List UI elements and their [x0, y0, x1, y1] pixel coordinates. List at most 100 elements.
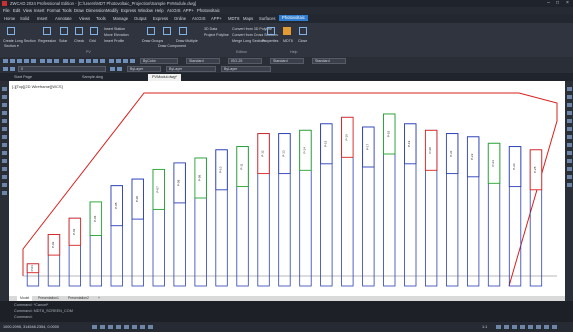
- close-ribbon-button[interactable]: [296, 27, 310, 39]
- save-icon[interactable]: [17, 59, 22, 63]
- doc-tab-start[interactable]: Start Page: [10, 74, 36, 81]
- pv-table-label[interactable]: P-06: [135, 196, 139, 203]
- preview-icon[interactable]: [31, 59, 36, 63]
- snap-toggle-icon[interactable]: [100, 325, 105, 329]
- annotation-visibility-icon[interactable]: [496, 325, 501, 329]
- maximize-button[interactable]: □: [553, 0, 562, 7]
- doc-tab-pvmodul[interactable]: PVModul.dwg*: [148, 74, 181, 81]
- tab-manage[interactable]: Manage: [113, 16, 128, 21]
- regression-button[interactable]: [40, 27, 54, 39]
- circle-tool-icon[interactable]: [2, 103, 7, 107]
- tab-annotate[interactable]: Annotate: [55, 16, 72, 21]
- spline-tool-icon[interactable]: [2, 167, 7, 171]
- design-center-icon[interactable]: [116, 59, 121, 63]
- pv-table-label[interactable]: P-12: [261, 150, 265, 157]
- pv-table-label[interactable]: P-11: [240, 163, 244, 169]
- pv-table-label[interactable]: P-25: [533, 166, 537, 173]
- offset-tool-icon[interactable]: [567, 111, 572, 115]
- cut-icon[interactable]: [40, 59, 45, 63]
- array-tool-icon[interactable]: [567, 119, 572, 123]
- layer-combo[interactable]: 0: [18, 66, 106, 72]
- project-polyline-button[interactable]: Project Polyline: [204, 33, 229, 37]
- properties-toolbar-icon[interactable]: [109, 59, 114, 63]
- menu-edit[interactable]: Edit: [13, 8, 20, 13]
- draw-groups-button[interactable]: [144, 27, 158, 39]
- explode-tool-icon[interactable]: [567, 183, 572, 187]
- menu-window[interactable]: Window: [138, 8, 153, 13]
- drawing-canvas[interactable]: P-01 P-02 P-03 P-04 P-05 P-06 P-07 P-08 P-09 P-10…: [9, 81, 565, 296]
- pv-table-label[interactable]: P-18: [386, 131, 390, 138]
- menu-view[interactable]: View: [23, 8, 32, 13]
- plot-style-combo[interactable]: ByColor: [140, 58, 178, 64]
- tab-surfaces[interactable]: Surfaces: [259, 16, 276, 21]
- dim-style-combo[interactable]: ISO-25: [228, 58, 262, 64]
- ellipse-tool-icon[interactable]: [2, 175, 7, 179]
- tab-mdt8[interactable]: MDT8: [228, 16, 239, 21]
- annotation-scale[interactable]: 1:1: [482, 325, 487, 329]
- menu-format[interactable]: Format: [47, 8, 60, 13]
- calculator-icon[interactable]: [130, 59, 135, 63]
- tab-express[interactable]: Express: [153, 16, 168, 21]
- pv-table-label[interactable]: P-03: [72, 228, 76, 235]
- mdt8-button[interactable]: [280, 27, 294, 39]
- tab-maps[interactable]: Maps: [243, 16, 253, 21]
- tab-insert[interactable]: Insert: [37, 16, 47, 21]
- pv-table-label[interactable]: P-23: [491, 160, 495, 167]
- command-prompt[interactable]: Command:: [14, 315, 33, 319]
- pv-table-label[interactable]: P-21: [449, 150, 453, 157]
- insert-profile-button[interactable]: Insert Profile: [104, 39, 124, 43]
- ortho-toggle-icon[interactable]: [108, 325, 113, 329]
- menu-help[interactable]: Help: [155, 8, 164, 13]
- pv-table-label[interactable]: P-22: [470, 153, 474, 160]
- text-style-combo[interactable]: Standard: [186, 58, 220, 64]
- fullscreen-icon[interactable]: [536, 325, 541, 329]
- redo-icon[interactable]: [70, 59, 75, 63]
- menu-dimension[interactable]: Dimension: [86, 8, 106, 13]
- pv-table-label[interactable]: P-15: [323, 140, 327, 147]
- insert-station-button[interactable]: Insert Station: [104, 27, 125, 31]
- region-tool-icon[interactable]: [2, 183, 7, 187]
- point-tool-icon[interactable]: [2, 159, 7, 163]
- 3d-data-button[interactable]: 3D Data: [204, 27, 217, 31]
- pv-table-label[interactable]: P-08: [177, 179, 181, 186]
- tab-home[interactable]: Home: [4, 16, 15, 21]
- workspace-icon[interactable]: [504, 325, 509, 329]
- pv-table-label[interactable]: P-14: [302, 147, 306, 154]
- arc-tool-icon[interactable]: [2, 111, 7, 115]
- layer-manager-icon[interactable]: [3, 67, 8, 71]
- tab-tools[interactable]: Tools: [96, 16, 106, 21]
- zoom-window-icon[interactable]: [93, 59, 98, 63]
- move-tool-icon[interactable]: [567, 127, 572, 131]
- tab-arcgis[interactable]: ArcGIS: [192, 16, 206, 21]
- check-button[interactable]: [72, 27, 86, 39]
- viewport-label[interactable]: [-][Top][2D Wireframe][WCS]: [12, 84, 63, 89]
- hatch-tool-icon[interactable]: [2, 135, 7, 139]
- line-tool-icon[interactable]: [2, 87, 7, 91]
- tab-output[interactable]: Output: [134, 16, 147, 21]
- scale-tool-icon[interactable]: [567, 143, 572, 147]
- close-window-button[interactable]: ×: [563, 0, 572, 7]
- pv-table-label[interactable]: P-13: [282, 150, 286, 157]
- pv-table-label[interactable]: P-16: [344, 134, 348, 141]
- color-combo[interactable]: ByLayer: [127, 66, 161, 72]
- pv-table-label[interactable]: P-24: [512, 163, 516, 170]
- solar-button[interactable]: [57, 27, 71, 39]
- pv-table-label[interactable]: P-09: [198, 175, 202, 182]
- grid-toggle-icon[interactable]: [92, 325, 97, 329]
- layer-state-icon[interactable]: [10, 67, 15, 71]
- menu-insert[interactable]: Insert: [34, 8, 44, 13]
- model-space-icon[interactable]: [148, 325, 153, 329]
- mirror-tool-icon[interactable]: [567, 103, 572, 107]
- pan-icon[interactable]: [79, 59, 84, 63]
- polygon-tool-icon[interactable]: [2, 127, 7, 131]
- tab-app-plus[interactable]: APP+: [211, 16, 222, 21]
- tab-solid[interactable]: Solid: [20, 16, 29, 21]
- make-current-layer-icon[interactable]: [110, 67, 115, 71]
- rectangle-tool-icon[interactable]: [2, 119, 7, 123]
- tab-photovoltaic[interactable]: Photovoltaic: [279, 15, 308, 21]
- osnap-toggle-icon[interactable]: [124, 325, 129, 329]
- menu-draw[interactable]: Draw: [74, 8, 84, 13]
- settings-gear-icon[interactable]: [552, 325, 557, 329]
- tab-online[interactable]: Online: [174, 16, 186, 21]
- fillet-tool-icon[interactable]: [567, 175, 572, 179]
